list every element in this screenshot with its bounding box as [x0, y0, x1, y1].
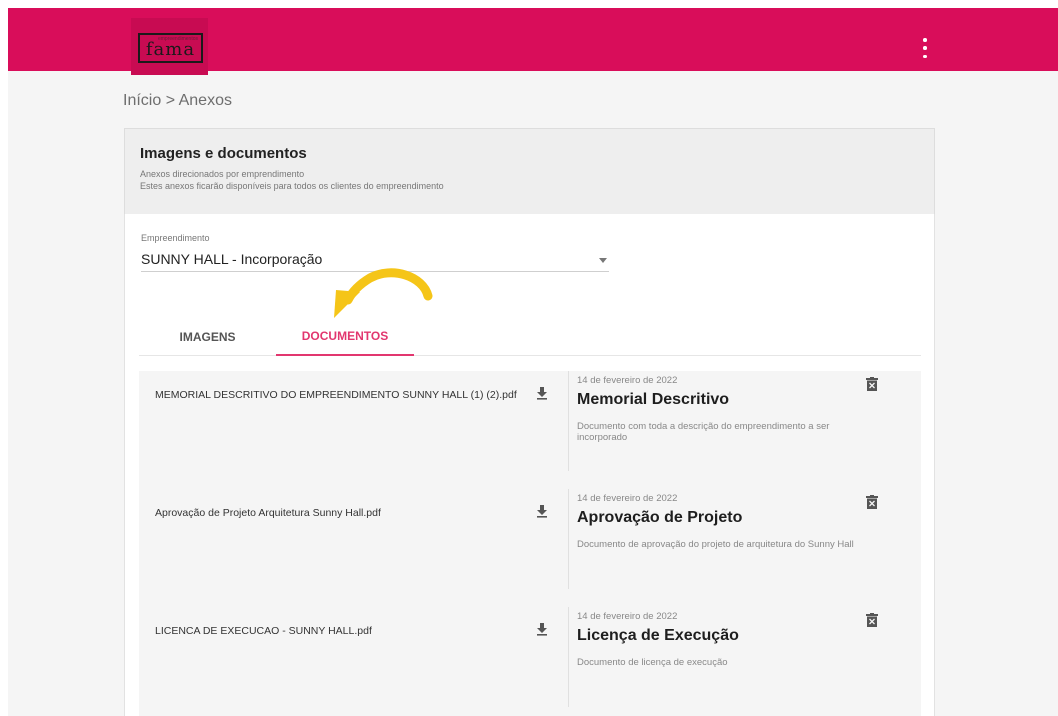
logo-small-text: empreendimentos [157, 36, 198, 42]
document-description: Documento com toda a descrição do empree… [577, 421, 830, 443]
document-list: MEMORIAL DESCRITIVO DO EMPREENDIMENTO SU… [139, 371, 921, 716]
section-header: Imagens e documentos Anexos direcionados… [124, 128, 935, 214]
section-title: Imagens e documentos [140, 145, 307, 162]
document-date: 14 de fevereiro de 2022 [577, 375, 678, 386]
download-icon[interactable] [535, 622, 549, 636]
document-date: 14 de fevereiro de 2022 [577, 493, 678, 504]
section-subtitle: Anexos direcionados por emprendimento [140, 169, 305, 179]
document-title: Memorial Descritivo [577, 391, 730, 408]
trash-icon[interactable] [866, 495, 878, 509]
document-filename[interactable]: LICENCA DE EXECUCAO - SUNNY HALL.pdf [155, 625, 372, 637]
list-item: Aprovação de Projeto Arquitetura Sunny H… [139, 489, 921, 607]
document-title: Aprovação de Projeto [577, 509, 743, 526]
chevron-down-icon [599, 258, 607, 263]
document-date: 14 de fevereiro de 2022 [577, 611, 678, 622]
document-filename[interactable]: MEMORIAL DESCRITIVO DO EMPREENDIMENTO SU… [155, 389, 517, 401]
download-icon[interactable] [535, 386, 549, 400]
document-title: Licença de Execução [577, 627, 739, 644]
logo[interactable]: empreendimentos fama [131, 18, 208, 75]
divider [568, 489, 569, 589]
divider [568, 371, 569, 471]
tab-images[interactable]: IMAGENS [139, 318, 276, 355]
tab-documents[interactable]: DOCUMENTOS [276, 318, 414, 356]
document-description: Documento de licença de execução [577, 657, 728, 668]
enterprise-select-value: SUNNY HALL - Incorporação [141, 251, 323, 267]
attachments-card: Empreendimento SUNNY HALL - Incorporação… [124, 214, 935, 716]
kebab-dot [923, 54, 927, 58]
kebab-dot [923, 38, 927, 42]
document-filename[interactable]: Aprovação de Projeto Arquitetura Sunny H… [155, 507, 381, 519]
enterprise-select-label: Empreendimento [141, 233, 210, 243]
section-subtitle-secondary: Estes anexos ficarão disponíveis para to… [140, 181, 444, 191]
logo-frame: empreendimentos fama [138, 33, 203, 63]
trash-icon[interactable] [866, 613, 878, 627]
list-item: MEMORIAL DESCRITIVO DO EMPREENDIMENTO SU… [139, 371, 921, 489]
kebab-menu-icon[interactable] [920, 38, 930, 58]
top-app-bar: empreendimentos fama [8, 8, 1058, 75]
list-item: LICENCA DE EXECUCAO - SUNNY HALL.pdf 14 … [139, 607, 921, 716]
trash-icon[interactable] [866, 377, 878, 391]
download-icon[interactable] [535, 504, 549, 518]
kebab-dot [923, 46, 927, 50]
document-description: Documento de aprovação do projeto de arq… [577, 539, 854, 550]
divider [568, 607, 569, 707]
tab-bar: IMAGENS DOCUMENTOS [139, 318, 921, 356]
breadcrumb: Início > Anexos [123, 92, 232, 109]
